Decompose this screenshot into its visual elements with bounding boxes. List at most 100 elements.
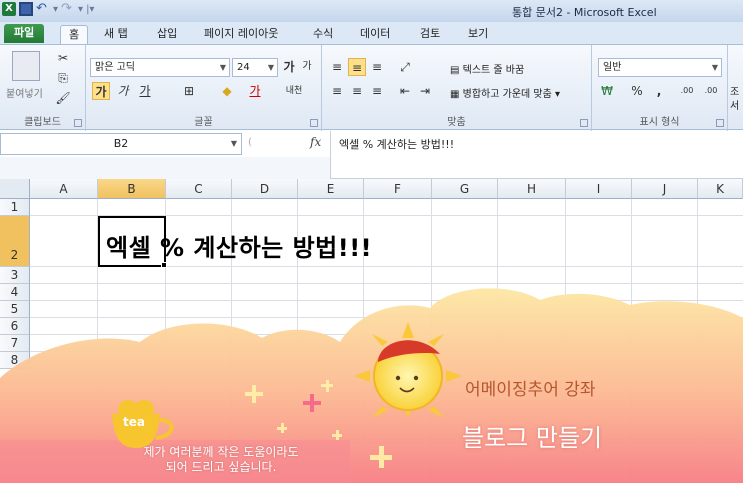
tab-home[interactable]: 홈: [60, 25, 89, 44]
number-format-select[interactable]: 일반 ▼: [598, 58, 722, 77]
alignment-group: ≡ ≡ ≡ ⤢ ≡ ≡ ≡ ⇤ ⇥ ▤ 텍스트 줄 바꿈 ▦ 병합하고 가운데 …: [322, 45, 592, 131]
row-header-5[interactable]: 5: [0, 301, 30, 318]
undo-dropdown-icon[interactable]: ▾: [53, 4, 58, 15]
column-header-i[interactable]: I: [566, 179, 632, 199]
bold-button[interactable]: 가: [92, 82, 110, 100]
decrease-indent-icon[interactable]: ⇤: [396, 82, 414, 100]
phonetic-button[interactable]: 내천: [282, 82, 306, 100]
column-header-d[interactable]: D: [232, 179, 298, 199]
gridline: [30, 334, 743, 335]
clipboard-launcher-icon[interactable]: [74, 119, 82, 127]
name-box[interactable]: B2 ▼: [0, 133, 242, 155]
row-header-3[interactable]: 3: [0, 267, 30, 284]
formula-bar-grip-icon: (: [248, 137, 252, 148]
tab-file[interactable]: 파일: [4, 24, 45, 43]
column-header-k[interactable]: K: [698, 179, 743, 199]
conditional-format-partial-2[interactable]: 서: [730, 97, 739, 112]
row-header-7[interactable]: 7: [0, 335, 30, 352]
clipboard-group-label: 클립보드: [24, 117, 61, 128]
cut-icon[interactable]: ✂: [54, 49, 72, 67]
tab-data[interactable]: 데이터: [352, 25, 398, 44]
increase-indent-icon[interactable]: ⇥: [416, 82, 434, 100]
align-middle-icon[interactable]: ≡: [348, 58, 366, 76]
merge-center-button[interactable]: ▦ 병합하고 가운데 맞춤 ▾: [450, 85, 560, 100]
column-header-e[interactable]: E: [298, 179, 364, 199]
column-header-c[interactable]: C: [166, 179, 232, 199]
row-header-6[interactable]: 6: [0, 318, 30, 335]
align-top-icon[interactable]: ≡: [328, 58, 346, 76]
fill-color-icon[interactable]: ◆: [218, 82, 236, 100]
percent-button[interactable]: %: [628, 82, 646, 100]
format-painter-icon[interactable]: 🖌: [54, 89, 72, 107]
excel-app-icon[interactable]: X: [2, 2, 16, 16]
gridline: [697, 199, 698, 483]
column-header-h[interactable]: H: [498, 179, 566, 199]
number-launcher-icon[interactable]: [716, 119, 724, 127]
font-launcher-icon[interactable]: [310, 119, 318, 127]
increase-decimal-button[interactable]: .00: [676, 82, 698, 100]
chevron-down-icon: ▼: [267, 63, 274, 72]
border-icon[interactable]: ⊞: [180, 82, 198, 100]
font-color-button[interactable]: 가: [246, 82, 264, 100]
align-center-icon[interactable]: ≡: [348, 82, 366, 100]
wrap-text-button[interactable]: ▤ 텍스트 줄 바꿈: [450, 61, 524, 76]
ribbon-tabs: 파일 홈 새 탭 삽입 페이지 레이아웃 수식 데이터 검토 보기: [0, 22, 743, 44]
redo-icon[interactable]: ↷: [61, 2, 75, 16]
gridline: [431, 199, 432, 483]
column-header-f[interactable]: F: [364, 179, 432, 199]
clipboard-group: 붙여넣기 ✂ ⎘ 🖌 클립보드: [0, 45, 86, 131]
formula-input[interactable]: 엑셀 % 계산하는 방법!!!: [330, 131, 743, 179]
banner-caption-line-2: 되어 드리고 싶습니다.: [165, 460, 277, 474]
row-header-1[interactable]: 1: [0, 199, 30, 216]
comma-button[interactable]: ,: [650, 82, 668, 100]
tab-page-layout[interactable]: 페이지 레이아웃: [196, 25, 286, 44]
column-header-b[interactable]: B: [98, 179, 166, 199]
save-icon[interactable]: [19, 2, 33, 16]
align-bottom-icon[interactable]: ≡: [368, 58, 386, 76]
font-size-select[interactable]: 24 ▼: [232, 58, 278, 77]
italic-button[interactable]: 가: [114, 82, 132, 100]
decrease-decimal-button[interactable]: .00: [700, 82, 722, 100]
align-left-icon[interactable]: ≡: [328, 82, 346, 100]
customize-qat-icon[interactable]: |▾: [86, 4, 94, 15]
tab-view[interactable]: 보기: [460, 25, 496, 44]
grow-font-button[interactable]: 가: [280, 58, 298, 76]
alignment-launcher-icon[interactable]: [580, 119, 588, 127]
tab-review[interactable]: 검토: [412, 25, 448, 44]
title-bar: X ↶ ▾ ↷ ▾ |▾ 통합 문서2 - Microsoft Excel: [0, 0, 743, 22]
paste-button[interactable]: 붙여넣기: [6, 85, 43, 100]
accounting-format-icon[interactable]: ₩: [598, 82, 616, 100]
paste-icon[interactable]: [12, 51, 40, 81]
orientation-icon[interactable]: ⤢: [396, 58, 414, 76]
copy-icon[interactable]: ⎘: [54, 69, 72, 87]
quick-access-toolbar: X ↶ ▾ ↷ ▾ |▾: [2, 2, 94, 16]
styles-group: 조 서: [728, 45, 743, 131]
tab-new[interactable]: 새 탭: [96, 25, 136, 44]
font-name-select[interactable]: 맑은 고딕 ▼: [90, 58, 230, 77]
column-header-j[interactable]: J: [632, 179, 698, 199]
excel-window: X ↶ ▾ ↷ ▾ |▾ 통합 문서2 - Microsoft Excel 파일…: [0, 0, 743, 483]
row-header-8[interactable]: 8: [0, 352, 30, 369]
tea-label: tea: [123, 415, 145, 429]
undo-icon[interactable]: ↶: [36, 2, 50, 16]
shrink-font-button[interactable]: 가: [298, 58, 316, 76]
number-group: 일반 ▼ ₩ % , .00 .00 표시 형식: [592, 45, 728, 131]
conditional-format-partial[interactable]: 조: [730, 83, 739, 98]
select-all-corner[interactable]: [0, 179, 30, 199]
alignment-group-label: 맞춤: [447, 117, 466, 128]
tab-formulas[interactable]: 수식: [305, 25, 341, 44]
worksheet-grid[interactable]: A B C D E F G H I J K 1 2 3 4 5 6 7 8 엑셀…: [0, 179, 743, 483]
row-header-4[interactable]: 4: [0, 284, 30, 301]
column-header-g[interactable]: G: [432, 179, 498, 199]
insert-function-icon[interactable]: fx: [310, 135, 321, 149]
number-group-label: 표시 형식: [639, 117, 680, 128]
align-right-icon[interactable]: ≡: [368, 82, 386, 100]
underline-button[interactable]: 가: [136, 82, 154, 100]
formula-bar: B2 ▼ ( fx 엑셀 % 계산하는 방법!!!: [0, 131, 743, 179]
column-header-a[interactable]: A: [30, 179, 98, 199]
redo-dropdown-icon[interactable]: ▾: [78, 4, 83, 15]
gridline: [30, 283, 743, 284]
tab-insert[interactable]: 삽입: [149, 25, 185, 44]
window-title: 통합 문서2 - Microsoft Excel: [512, 6, 657, 19]
row-header-2[interactable]: 2: [0, 216, 30, 267]
